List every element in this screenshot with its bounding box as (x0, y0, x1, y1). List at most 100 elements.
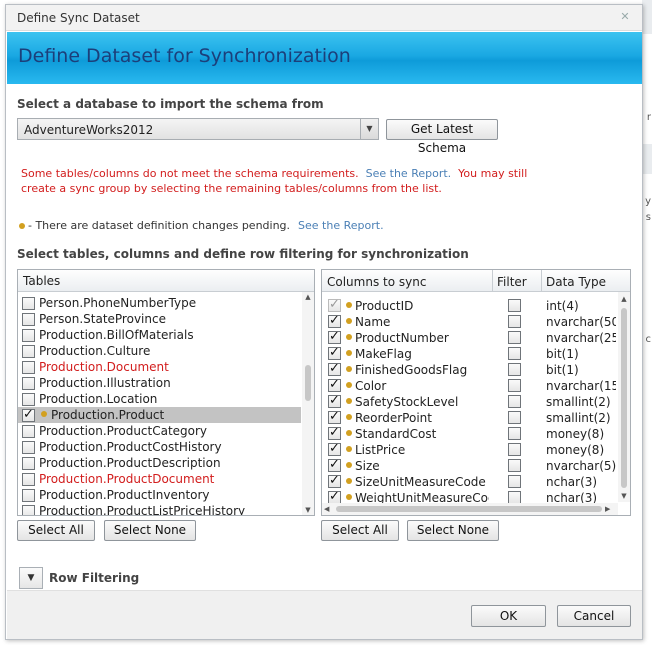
filter-checkbox[interactable] (508, 411, 521, 424)
table-checkbox[interactable] (22, 441, 35, 454)
table-checkbox[interactable] (22, 329, 35, 342)
scroll-up-icon[interactable]: ▲ (618, 294, 630, 304)
columns-select-none-button[interactable]: Select None (407, 520, 499, 541)
table-row[interactable]: Production.ProductInventory (18, 487, 301, 503)
scroll-thumb[interactable] (621, 308, 627, 488)
column-checkbox[interactable] (328, 425, 341, 441)
table-row[interactable]: Production.ProductListPriceHistory (18, 503, 301, 515)
table-checkbox[interactable] (22, 489, 35, 502)
filter-checkbox[interactable] (508, 395, 521, 408)
filter-checkbox[interactable] (508, 299, 521, 312)
pending-dot-icon (41, 411, 47, 417)
column-dot-icon (346, 350, 352, 356)
column-checkbox[interactable] (328, 457, 341, 473)
column-row[interactable]: SizeUnitMeasureCode nchar(3) (322, 473, 618, 490)
scroll-thumb[interactable] (336, 506, 602, 512)
table-checkbox[interactable] (22, 425, 35, 438)
close-icon[interactable]: ✕ (618, 10, 632, 24)
table-checkbox[interactable] (22, 473, 35, 486)
cancel-button[interactable]: Cancel (557, 605, 631, 627)
table-checkbox[interactable] (22, 505, 35, 515)
table-row[interactable]: Person.PhoneNumberType (18, 295, 301, 311)
column-row[interactable]: ListPrice money(8) (322, 441, 618, 458)
filter-checkbox[interactable] (508, 315, 521, 328)
warning-report-link[interactable]: See the Report. (366, 167, 452, 180)
filter-checkbox[interactable] (508, 475, 521, 488)
scroll-down-icon[interactable]: ▼ (618, 491, 630, 501)
columns-select-all-button[interactable]: Select All (321, 520, 399, 541)
filter-checkbox[interactable] (508, 347, 521, 360)
table-checkbox[interactable] (22, 361, 35, 374)
filter-checkbox[interactable] (508, 443, 521, 456)
table-row[interactable]: Production.Culture (18, 343, 301, 359)
scroll-thumb[interactable] (305, 365, 311, 401)
column-data-type: nvarchar(5) (546, 459, 616, 473)
columns-vscrollbar[interactable]: ▲ ▼ (618, 292, 630, 502)
table-row[interactable]: Person.StateProvince (18, 311, 301, 327)
row-filtering-expander[interactable]: ▼ (19, 567, 43, 589)
table-row[interactable]: Production.Illustration (18, 375, 301, 391)
table-checkbox[interactable] (22, 345, 35, 358)
database-select[interactable]: AdventureWorks2012 ▼ (17, 118, 379, 140)
column-row[interactable]: StandardCost money(8) (322, 425, 618, 442)
column-name: MakeFlag (355, 347, 412, 361)
ok-button[interactable]: OK (471, 605, 546, 627)
column-checkbox[interactable] (328, 441, 341, 457)
table-row[interactable]: Production.Document (18, 359, 301, 375)
tables-scrollbar[interactable]: ▲ ▼ (302, 292, 314, 515)
table-row[interactable]: Production.ProductDescription (18, 455, 301, 471)
column-row[interactable]: ProductNumber nvarchar(25 (322, 329, 618, 346)
column-checkbox[interactable] (328, 329, 341, 345)
pending-report-link[interactable]: See the Report. (298, 219, 384, 232)
dialog-titlebar[interactable]: Define Sync Dataset ✕ (6, 5, 642, 31)
table-checkbox[interactable] (22, 313, 35, 326)
table-row[interactable]: Production.ProductCategory (18, 423, 301, 439)
table-checkbox[interactable] (22, 297, 35, 310)
columns-list: Columns to sync Filter Data Type Product… (321, 269, 631, 516)
table-name: Person.StateProvince (39, 312, 166, 326)
column-row[interactable]: Color nvarchar(15 (322, 377, 618, 394)
columns-hscrollbar[interactable]: ◀ ▶ (322, 503, 618, 515)
filter-checkbox[interactable] (508, 363, 521, 376)
table-checkbox[interactable] (22, 393, 35, 406)
table-checkbox[interactable] (22, 377, 35, 390)
table-name: Production.ProductInventory (39, 488, 210, 502)
chevron-down-icon[interactable]: ▼ (360, 119, 378, 139)
get-latest-schema-button[interactable]: Get Latest Schema (386, 119, 498, 155)
column-row[interactable]: Name nvarchar(50 (322, 313, 618, 330)
warning-text-1: Some tables/columns do not meet the sche… (21, 167, 359, 180)
scroll-down-icon[interactable]: ▼ (302, 505, 314, 515)
table-row[interactable]: Production.Product (18, 407, 301, 423)
column-row[interactable]: ProductID int(4) (322, 297, 618, 314)
select-tables-label: Select tables, columns and define row fi… (17, 247, 469, 261)
table-checkbox[interactable] (22, 457, 35, 470)
column-checkbox[interactable] (328, 345, 341, 361)
table-row[interactable]: Production.BillOfMaterials (18, 327, 301, 343)
filter-checkbox[interactable] (508, 331, 521, 344)
column-row[interactable]: MakeFlag bit(1) (322, 345, 618, 362)
column-checkbox[interactable] (328, 393, 341, 409)
column-row[interactable]: ReorderPoint smallint(2) (322, 409, 618, 426)
table-row[interactable]: Production.ProductDocument (18, 471, 301, 487)
column-checkbox[interactable] (328, 361, 341, 377)
column-checkbox[interactable] (328, 409, 341, 425)
table-row[interactable]: Production.ProductCostHistory (18, 439, 301, 455)
scroll-up-icon[interactable]: ▲ (302, 292, 314, 302)
table-checkbox[interactable] (22, 407, 35, 423)
column-row[interactable]: SafetyStockLevel smallint(2) (322, 393, 618, 410)
scroll-left-icon[interactable]: ◀ (324, 503, 334, 515)
column-checkbox[interactable] (328, 313, 341, 329)
column-checkbox[interactable] (328, 377, 341, 393)
column-row[interactable]: Size nvarchar(5) (322, 457, 618, 474)
column-checkbox[interactable] (328, 473, 341, 489)
background-text: r (646, 112, 651, 123)
filter-checkbox[interactable] (508, 459, 521, 472)
tables-select-all-button[interactable]: Select All (17, 520, 95, 541)
column-data-type: money(8) (546, 443, 605, 457)
tables-select-none-button[interactable]: Select None (104, 520, 196, 541)
scroll-right-icon[interactable]: ▶ (605, 503, 615, 515)
column-row[interactable]: FinishedGoodsFlag bit(1) (322, 361, 618, 378)
filter-checkbox[interactable] (508, 379, 521, 392)
table-row[interactable]: Production.Location (18, 391, 301, 407)
filter-checkbox[interactable] (508, 427, 521, 440)
